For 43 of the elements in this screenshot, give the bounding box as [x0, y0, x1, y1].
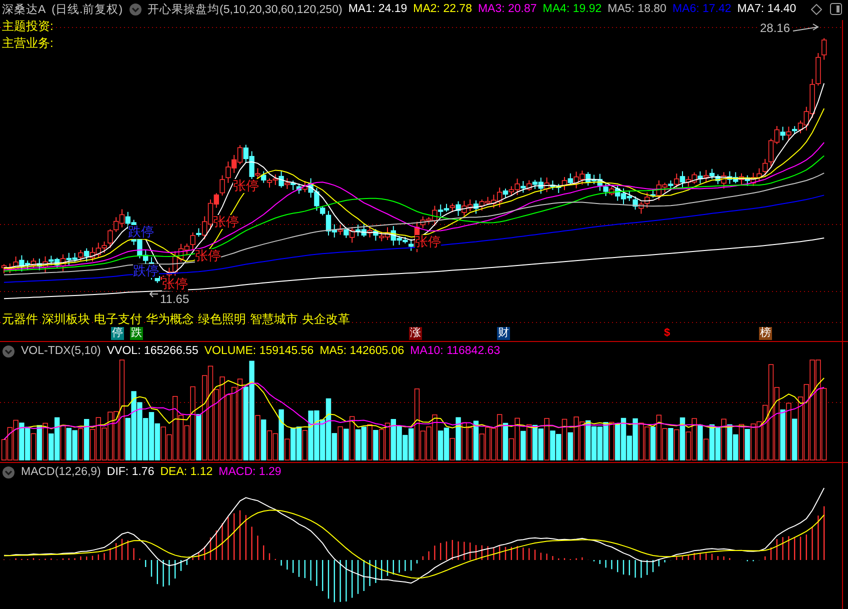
volume-reading: MA10: 116842.63 — [410, 345, 500, 357]
limit-annotation: 跌停 — [133, 264, 159, 278]
event-badge[interactable]: 跌 — [130, 327, 143, 340]
limit-annotation: 跌停 — [128, 225, 154, 239]
ma-reading: MA7: 14.40 — [737, 3, 796, 15]
stock-title: 深桑达A — [2, 2, 46, 16]
concept-tag[interactable]: 华为概念 — [146, 311, 194, 328]
event-badge[interactable]: $ — [663, 327, 672, 340]
indicator-name: 开心果操盘均(5,10,20,30,60,120,250) — [148, 2, 342, 16]
ma-reading: MA2: 22.78 — [413, 3, 472, 15]
concept-tag[interactable]: 智慧城市 — [250, 311, 298, 328]
limit-annotation: 张停 — [415, 235, 441, 249]
event-badge[interactable]: 停 — [111, 327, 124, 340]
ma-reading: MA5: 18.80 — [608, 3, 666, 15]
macd-reading: DIF: 1.76 — [106, 466, 154, 478]
concept-tag[interactable]: 元器件 — [2, 311, 38, 328]
event-badge[interactable]: 财 — [497, 327, 510, 340]
limit-annotation: 张停 — [213, 215, 239, 229]
volume-reading: VVOL: 165266.55 — [106, 345, 198, 357]
limit-annotation: 张停 — [195, 249, 221, 263]
volume-reading: MA5: 142605.06 — [320, 345, 404, 357]
info-label: 主题投资: — [1, 18, 54, 35]
indicator-name: VOL-TDX(5,10) — [21, 345, 101, 357]
macd-reading: MACD: 1.29 — [218, 466, 282, 478]
volume-reading: VOLUME: 159145.56 — [204, 345, 314, 357]
limit-annotation: 张停 — [162, 277, 188, 291]
concept-tag[interactable]: 央企改革 — [302, 311, 350, 328]
high-price-label: 28.16 — [760, 22, 790, 35]
concept-tag[interactable]: 绿色照明 — [198, 311, 246, 328]
ma-reading: MA4: 19.92 — [542, 3, 602, 15]
period-label: (日线.前复权) — [52, 2, 123, 16]
info-label: 主营业务: — [1, 35, 54, 52]
ma-reading: MA1: 24.19 — [348, 3, 408, 15]
macd-reading: DEA: 1.12 — [160, 466, 213, 478]
concept-tag[interactable]: 深圳板块 — [42, 311, 90, 328]
ma-reading: MA3: 20.87 — [478, 3, 537, 15]
indicator-name: MACD(12,26,9) — [21, 466, 101, 478]
event-badge[interactable]: 涨 — [409, 327, 422, 340]
event-badge[interactable]: 榜 — [759, 327, 772, 340]
low-price-label: 11.65 — [160, 293, 190, 306]
concept-tag[interactable]: 电子支付 — [94, 311, 142, 328]
limit-annotation: 张停 — [233, 179, 259, 193]
ma-reading: MA6: 17.42 — [672, 3, 732, 15]
